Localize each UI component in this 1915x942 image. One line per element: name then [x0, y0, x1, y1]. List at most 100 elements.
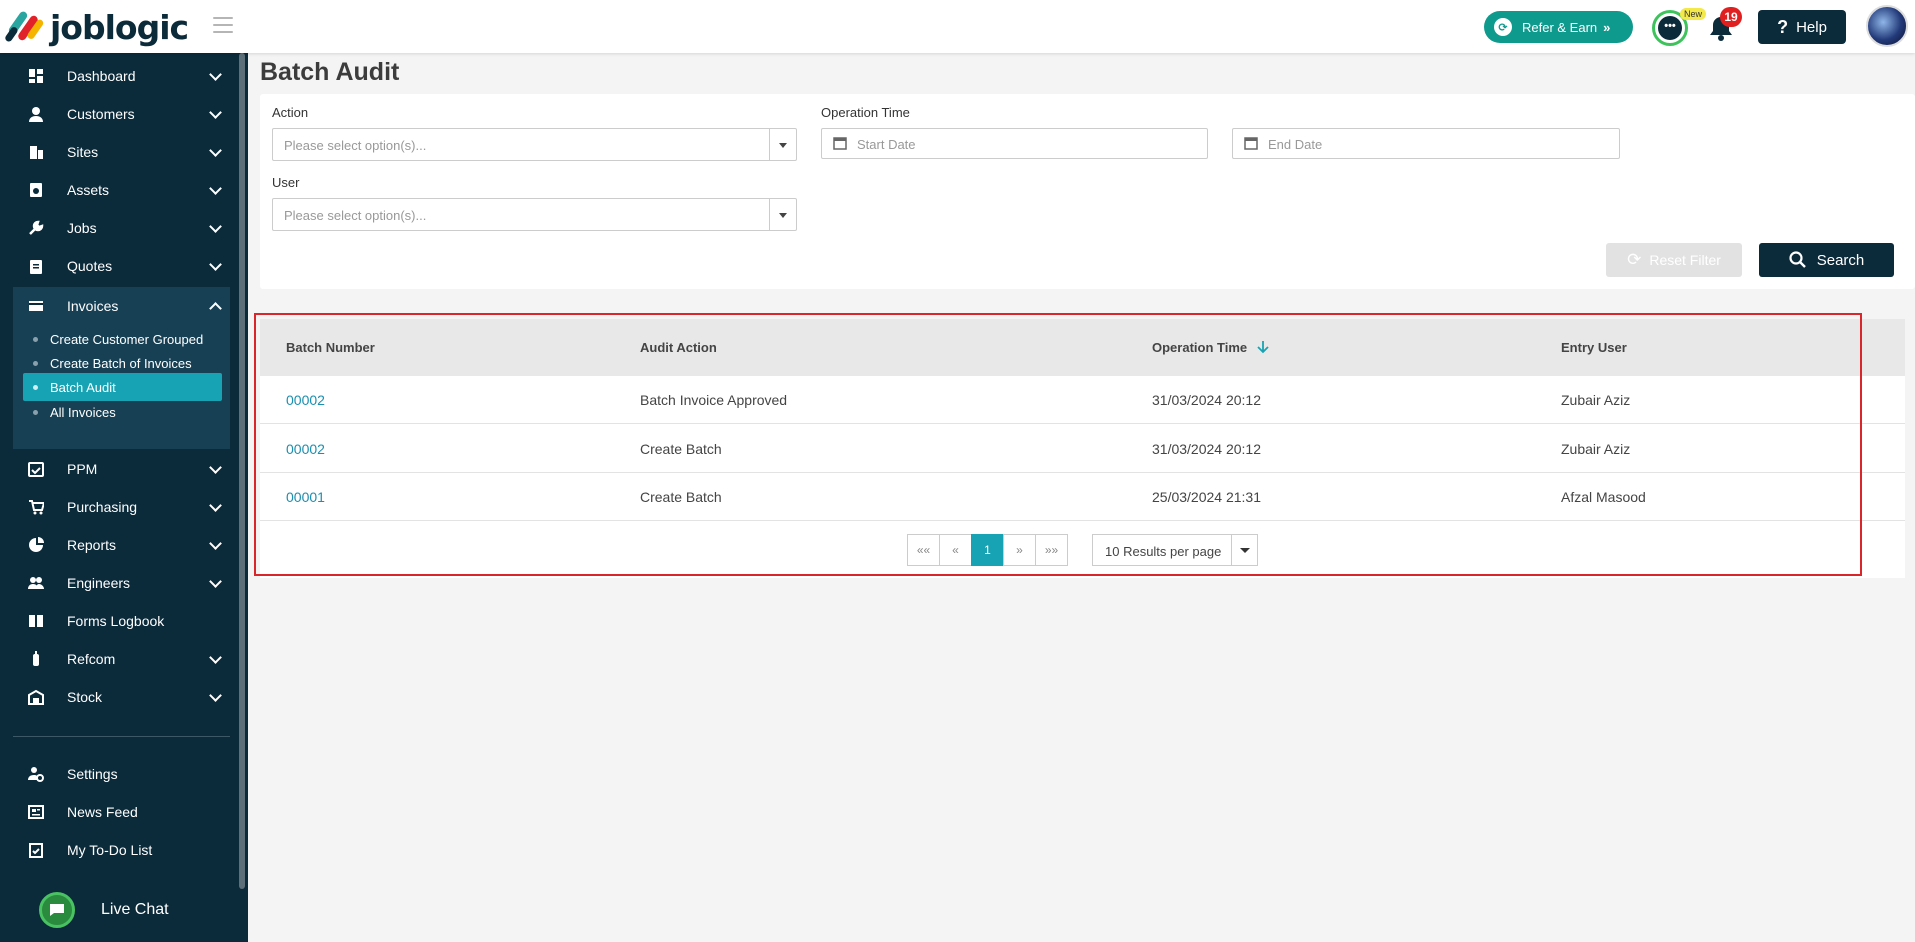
column-header-label: Operation Time: [1152, 340, 1248, 355]
sidebar: Dashboard Customers Sites Assets Jobs Qu…: [0, 53, 248, 942]
wrench-icon: [25, 217, 47, 239]
page-button-current[interactable]: 1: [971, 534, 1004, 566]
refresh-icon: ⟳: [1627, 250, 1642, 269]
sidebar-subitem-all-invoices[interactable]: All Invoices: [23, 398, 222, 426]
chevron-down-icon: [209, 68, 222, 81]
sidebar-item-refcom[interactable]: Refcom: [13, 640, 230, 678]
reset-filter-button[interactable]: ⟳ Reset Filter: [1606, 243, 1742, 277]
entry-user-cell: Zubair Aziz: [1561, 441, 1631, 457]
sidebar-item-invoices[interactable]: Invoices: [13, 287, 230, 325]
column-header-audit-action[interactable]: Audit Action: [640, 340, 717, 355]
sidebar-item-ppm[interactable]: PPM: [13, 450, 230, 488]
audit-action-cell: Create Batch: [640, 441, 722, 457]
sidebar-item-label: Customers: [67, 106, 135, 122]
audit-action-cell: Batch Invoice Approved: [640, 392, 788, 408]
sidebar-item-purchasing[interactable]: Purchasing: [13, 488, 230, 526]
warehouse-icon: [25, 686, 47, 708]
chevron-down-icon: [209, 499, 222, 512]
sidebar-item-quotes[interactable]: Quotes: [13, 247, 230, 285]
refer-and-earn-button[interactable]: ⟳ Refer & Earn »: [1484, 11, 1633, 43]
sidebar-item-customers[interactable]: Customers: [13, 95, 230, 133]
sidebar-item-dashboard[interactable]: Dashboard: [13, 57, 230, 95]
asset-icon: [25, 179, 47, 201]
user-select[interactable]: Please select option(s)...: [272, 198, 797, 231]
batch-number-link[interactable]: 00002: [286, 441, 325, 457]
caret-down-icon[interactable]: [769, 129, 796, 160]
sidebar-item-engineers[interactable]: Engineers: [13, 564, 230, 602]
sidebar-item-settings[interactable]: Settings: [13, 755, 230, 793]
sidebar-item-jobs[interactable]: Jobs: [13, 209, 230, 247]
bullet-icon: [33, 360, 38, 366]
calendar-icon: [833, 137, 847, 150]
refer-label: Refer & Earn: [1522, 19, 1598, 35]
sidebar-item-label: Jobs: [67, 220, 97, 236]
calendar-check-icon: [25, 458, 47, 480]
pagination: «« « 1 » »»: [907, 534, 1068, 566]
entry-user-cell: Afzal Masood: [1561, 489, 1646, 505]
caret-down-icon[interactable]: [769, 199, 796, 230]
batch-number-link[interactable]: 00002: [286, 392, 325, 408]
menu-toggle-icon[interactable]: [213, 17, 233, 33]
sidebar-item-reports[interactable]: Reports: [13, 526, 230, 564]
help-button[interactable]: ? Help: [1758, 10, 1846, 44]
chevron-down-icon: [209, 144, 222, 157]
sort-desc-icon[interactable]: [1257, 340, 1269, 354]
sidebar-item-label: Purchasing: [67, 499, 138, 515]
chevron-down-icon: [209, 106, 222, 119]
chevron-down-icon: [209, 182, 222, 195]
sidebar-item-sites[interactable]: Sites: [13, 133, 230, 171]
refer-icon: ⟳: [1494, 18, 1512, 36]
sidebar-item-label: Dashboard: [67, 68, 136, 84]
brand-logo[interactable]: joblogic: [4, 6, 189, 48]
batch-audit-table: Batch Number Audit Action Operation Time…: [260, 319, 1905, 578]
brand-name: joblogic: [50, 7, 189, 47]
prev-page-button[interactable]: «: [939, 534, 972, 566]
column-header-batch-number[interactable]: Batch Number: [286, 340, 375, 355]
chevron-down-icon: [209, 651, 222, 664]
last-page-button[interactable]: »»: [1035, 534, 1068, 566]
action-label: Action: [272, 105, 309, 120]
sidebar-item-forms-logbook[interactable]: Forms Logbook: [13, 602, 230, 640]
start-date-placeholder: Start Date: [857, 137, 916, 152]
operation-time-label: Operation Time: [821, 105, 910, 120]
action-select[interactable]: Please select option(s)...: [272, 128, 797, 161]
reset-filter-label: Reset Filter: [1649, 252, 1721, 268]
start-date-input[interactable]: Start Date: [821, 128, 1208, 159]
column-header-entry-user[interactable]: Entry User: [1561, 340, 1627, 355]
live-chat-label: Live Chat: [101, 901, 169, 918]
sidebar-subitem-label: Create Customer Grouped: [50, 331, 204, 347]
sidebar-divider: [13, 736, 230, 737]
sidebar-item-label: Reports: [67, 537, 117, 553]
sidebar-scrollbar[interactable]: [239, 53, 245, 889]
sidebar-item-label: Settings: [67, 766, 118, 782]
sidebar-item-label: Refcom: [67, 651, 116, 667]
sidebar-subitem-label: All Invoices: [50, 404, 116, 420]
person-icon: [25, 103, 47, 125]
invoices-group: Invoices Create Customer Grouped Create …: [13, 287, 230, 449]
sidebar-item-assets[interactable]: Assets: [13, 171, 230, 209]
operation-time-cell: 25/03/2024 21:31: [1152, 489, 1261, 505]
joblogic-logo-icon: [5, 11, 44, 42]
entry-user-cell: Zubair Aziz: [1561, 392, 1631, 408]
help-label: Help: [1796, 18, 1827, 36]
sidebar-item-label: My To-Do List: [67, 842, 153, 858]
column-header-operation-time[interactable]: Operation Time: [1152, 340, 1269, 355]
batch-number-link[interactable]: 00001: [286, 489, 325, 505]
results-per-page-label: 10 Results per page: [1105, 544, 1222, 559]
sidebar-item-news-feed[interactable]: News Feed: [13, 793, 230, 831]
sidebar-item-my-todo-list[interactable]: My To-Do List: [13, 831, 230, 869]
next-page-button[interactable]: »: [1003, 534, 1036, 566]
bullet-icon: [33, 384, 38, 390]
sidebar-item-stock[interactable]: Stock: [13, 678, 230, 716]
end-date-placeholder: End Date: [1268, 137, 1323, 152]
live-chat-button[interactable]: Live Chat: [13, 890, 230, 930]
chevron-down-icon: [209, 689, 222, 702]
user-avatar[interactable]: [1866, 5, 1908, 47]
search-button[interactable]: Search: [1759, 243, 1894, 277]
end-date-input[interactable]: End Date: [1232, 128, 1620, 159]
caret-down-icon[interactable]: [1231, 535, 1257, 565]
sidebar-item-label: PPM: [67, 461, 98, 477]
sidebar-subitem-batch-audit[interactable]: Batch Audit: [23, 373, 222, 401]
results-per-page-select[interactable]: 10 Results per page: [1092, 534, 1258, 566]
first-page-button[interactable]: ««: [907, 534, 940, 566]
